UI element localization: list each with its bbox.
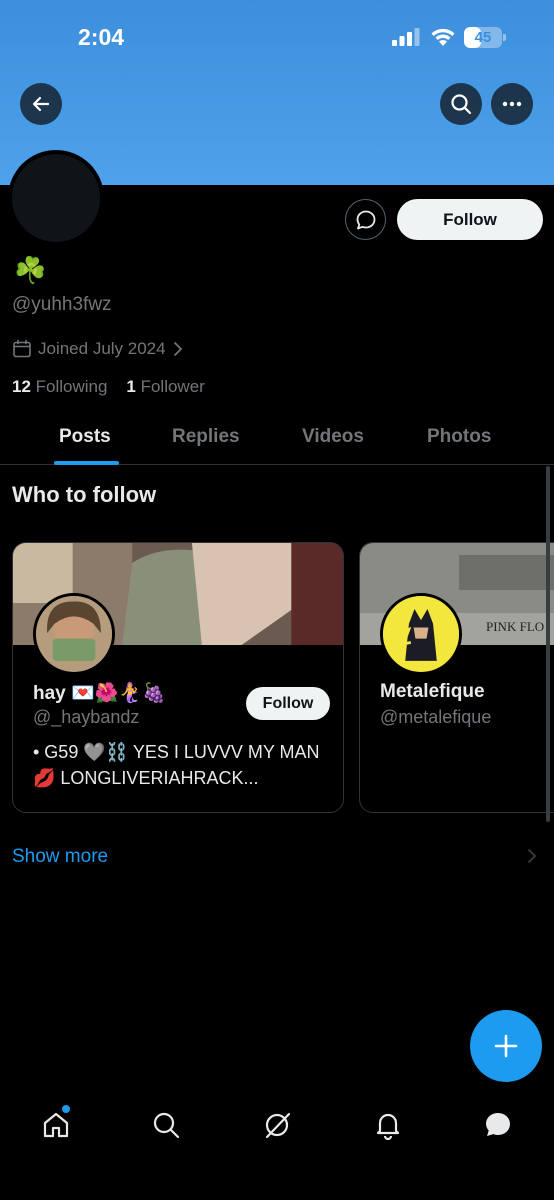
status-bar: 2:04 45 (0, 0, 554, 76)
tab-photos[interactable]: Photos (427, 426, 491, 448)
search-button[interactable] (440, 83, 482, 125)
scrollbar[interactable] (546, 466, 550, 822)
suggestion-card[interactable]: hay 💌🌺🧜‍♀️🍇 @_haybandz Follow • G59 🩶⛓️ … (12, 542, 344, 813)
followers-count: 1 (126, 377, 136, 396)
battery-indicator: 45 (464, 27, 506, 48)
card-avatar (33, 593, 115, 675)
search-icon (153, 1112, 180, 1139)
nav-grok[interactable] (260, 1108, 294, 1142)
wifi-icon (431, 28, 455, 46)
back-button[interactable] (20, 83, 62, 125)
suggestion-name: hay 💌🌺🧜‍♀️🍇 (33, 683, 166, 704)
follow-counts: 12 Following 1 Follower (12, 377, 205, 397)
joined-date[interactable]: Joined July 2024 (12, 339, 184, 359)
more-horizontal-icon (502, 101, 522, 107)
notification-dot (62, 1105, 70, 1113)
suggestion-bio: • G59 🩶⛓️ YES I LUVVV MY MAN 💋 LONGLIVER… (33, 742, 320, 788)
search-icon (451, 94, 472, 115)
tab-videos[interactable]: Videos (302, 426, 364, 448)
show-more-link[interactable]: Show more (12, 846, 108, 868)
bell-icon (376, 1113, 400, 1140)
home-icon (43, 1112, 69, 1138)
suggestion-handle: @metalefique (380, 707, 492, 727)
suggestion-follow-button[interactable]: Follow (246, 687, 330, 720)
nav-notifications[interactable] (371, 1108, 405, 1142)
following-count: 12 (12, 377, 31, 396)
messages-icon (486, 1113, 510, 1136)
plus-icon (494, 1034, 518, 1058)
suggestion-handle: @_haybandz (33, 707, 140, 727)
who-to-follow-title: Who to follow (12, 482, 157, 507)
profile-avatar[interactable] (8, 150, 104, 246)
profile-tabs: Posts Replies Videos Photos (0, 416, 554, 465)
chat-bubble-icon (356, 210, 375, 229)
bottom-navigation (0, 1090, 554, 1200)
status-time: 2:04 (78, 24, 125, 50)
followers-link[interactable]: 1 Follower (126, 377, 204, 396)
nav-messages[interactable] (481, 1108, 515, 1142)
card-avatar (380, 593, 462, 675)
suggestion-card[interactable]: PINK FLO Metalefique @metalefique (359, 542, 554, 813)
more-button[interactable] (491, 83, 533, 125)
suggestion-name: Metalefique (380, 681, 485, 702)
profile-handle: @yuhh3fwz (12, 294, 112, 315)
nav-home[interactable] (39, 1108, 73, 1142)
arrow-left-icon (32, 96, 50, 112)
display-name: ☘️ (14, 255, 47, 285)
chevron-right-icon (528, 849, 537, 863)
following-link[interactable]: 12 Following (12, 377, 107, 396)
nav-search[interactable] (149, 1108, 183, 1142)
joined-text: Joined July 2024 (38, 339, 166, 358)
tab-posts[interactable]: Posts (59, 426, 111, 448)
message-button[interactable] (345, 199, 386, 240)
follow-button[interactable]: Follow (397, 199, 543, 240)
battery-level: 45 (474, 29, 492, 46)
compose-button[interactable] (470, 1010, 542, 1082)
cellular-signal-icon (392, 28, 420, 46)
chevron-right-icon (173, 342, 182, 356)
calendar-icon (13, 339, 31, 358)
tab-replies[interactable]: Replies (172, 426, 240, 448)
grok-icon (265, 1112, 291, 1139)
banner-caption: PINK FLO (486, 619, 545, 634)
active-tab-indicator (54, 461, 119, 465)
